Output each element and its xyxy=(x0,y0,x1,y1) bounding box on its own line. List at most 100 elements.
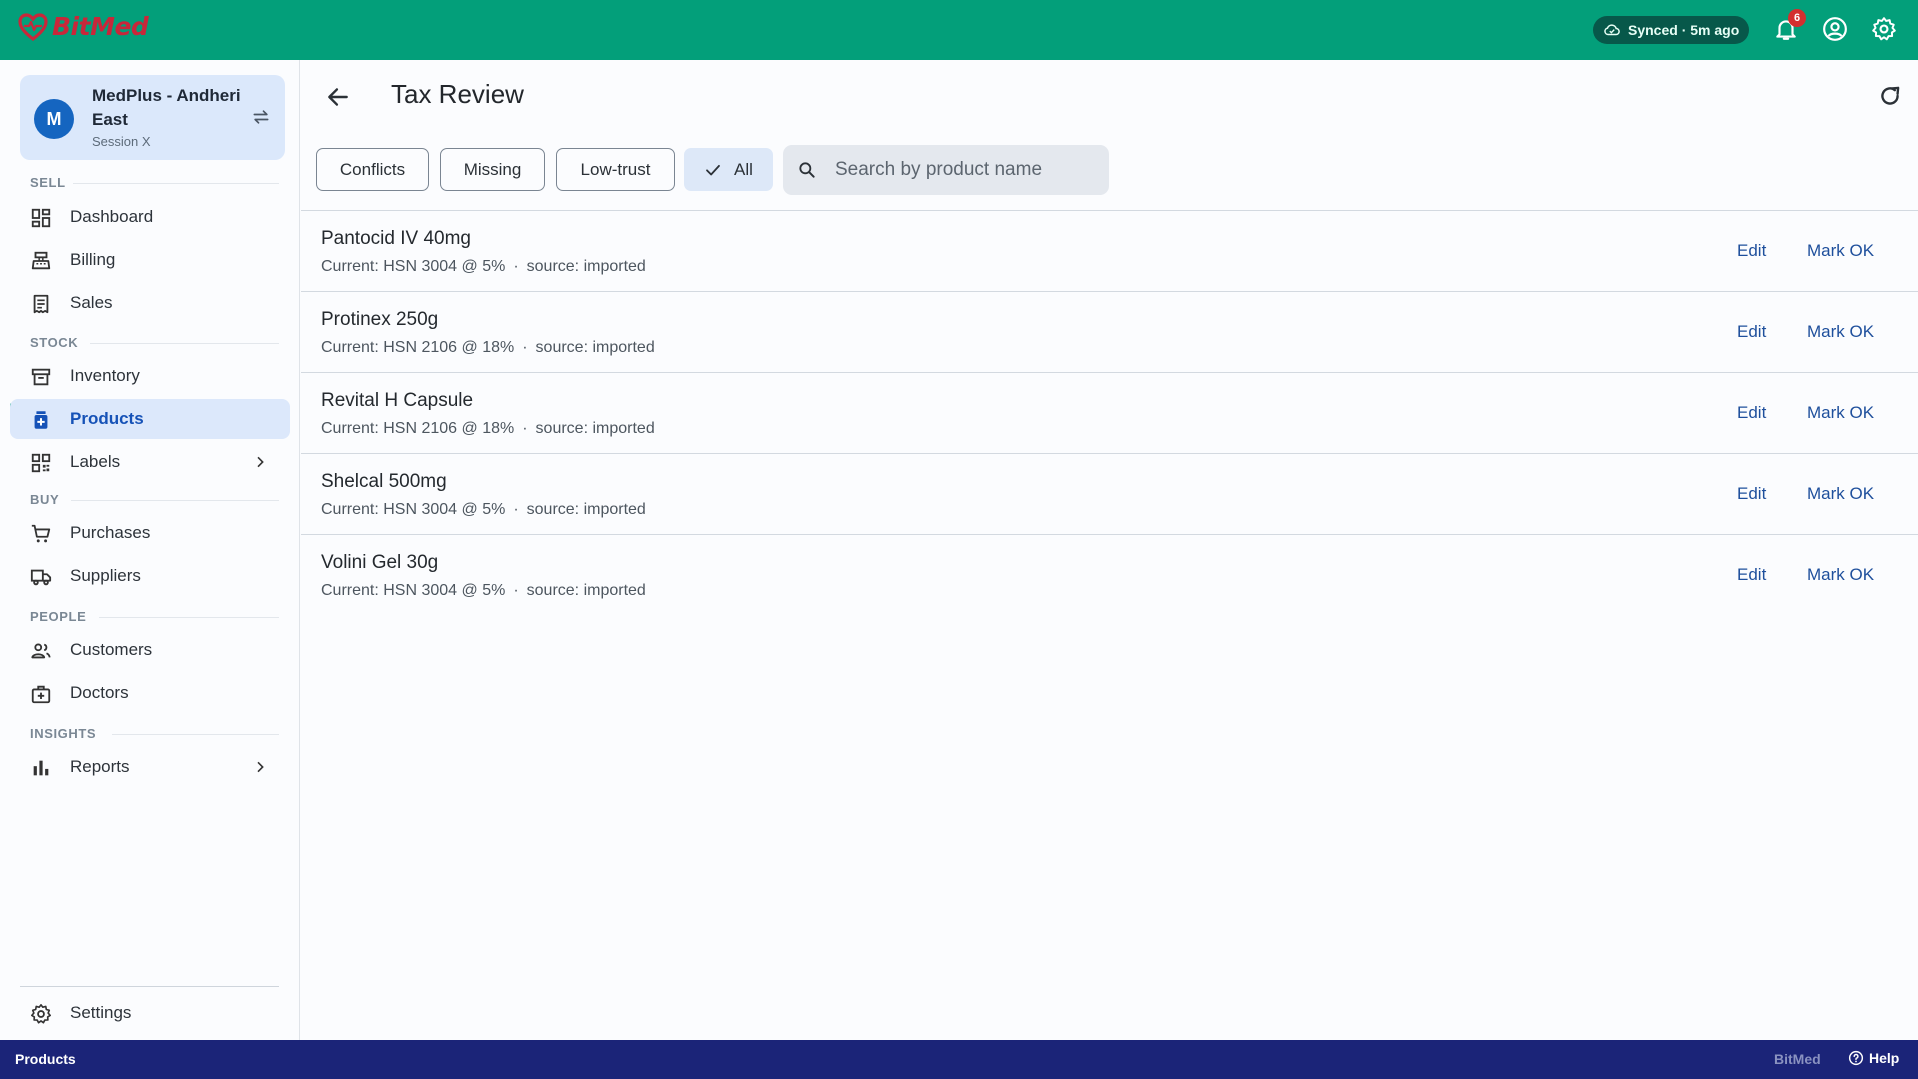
top-app-bar: BitMed Synced · 5m ago 6 xyxy=(0,0,1918,60)
tax-source: source: imported xyxy=(535,339,655,356)
list-item: Pantocid IV 40mg Current: HSN 3004 @ 5% ·… xyxy=(301,211,1918,292)
sidebar-item-label: Inventory xyxy=(70,366,140,385)
section-divider xyxy=(90,343,279,344)
sidebar-item-doctors[interactable]: Doctors xyxy=(10,673,290,713)
current-tax: Current: HSN 2106 @ 18% xyxy=(321,339,515,356)
product-name: Revital H Capsule xyxy=(321,390,474,411)
sync-status-text: Synced · 5m ago xyxy=(1628,22,1740,38)
tax-review-list: Pantocid IV 40mg Current: HSN 3004 @ 5% ·… xyxy=(301,210,1918,616)
product-tax-meta: Current: HSN 3004 @ 5% · source: imported xyxy=(321,258,646,275)
settings-button[interactable] xyxy=(1869,14,1899,44)
search-field[interactable] xyxy=(783,145,1109,195)
mark-ok-button[interactable]: Mark OK xyxy=(1807,241,1874,261)
edit-button[interactable]: Edit xyxy=(1737,322,1766,342)
chevron-right-icon xyxy=(257,761,264,773)
heart-pulse-icon xyxy=(18,12,48,41)
sidebar-item-suppliers[interactable]: Suppliers xyxy=(10,556,290,596)
mark-ok-button[interactable]: Mark OK xyxy=(1807,484,1874,504)
store-switcher-card[interactable]: M MedPlus - Andheri East Session X xyxy=(20,75,285,160)
filter-chip-all[interactable]: All xyxy=(684,148,773,191)
archive-box-icon xyxy=(31,368,51,386)
mark-ok-button[interactable]: Mark OK xyxy=(1807,403,1874,423)
medical-bag-icon xyxy=(31,685,51,704)
chevron-right-icon xyxy=(257,456,264,468)
gear-icon xyxy=(31,1004,51,1024)
brand-name: BitMed xyxy=(52,12,149,41)
brand-logo[interactable]: BitMed xyxy=(18,12,149,41)
search-input[interactable] xyxy=(835,145,1095,195)
edit-button[interactable]: Edit xyxy=(1737,241,1766,261)
sidebar-item-label: Customers xyxy=(70,640,153,659)
notification-count-badge: 6 xyxy=(1788,9,1806,27)
current-tax: Current: HSN 3004 @ 5% xyxy=(321,258,506,275)
section-divider xyxy=(71,500,279,501)
chip-label: Missing xyxy=(463,159,522,179)
qr-code-icon xyxy=(31,453,51,473)
sidebar-item-label: Settings xyxy=(70,1003,132,1022)
truck-icon xyxy=(30,569,52,586)
section-divider xyxy=(73,183,279,184)
sidebar-item-products[interactable]: Products xyxy=(10,399,290,439)
sidebar-item-labels[interactable]: Labels xyxy=(10,442,290,482)
filter-chip-conflicts[interactable]: Conflicts xyxy=(316,148,429,191)
section-divider xyxy=(99,617,279,618)
chip-label: All xyxy=(734,159,753,179)
product-name: Protinex 250g xyxy=(321,309,439,330)
sidebar-item-label: Doctors xyxy=(70,683,129,702)
product-name: Shelcal 500mg xyxy=(321,471,447,492)
help-button[interactable]: Help xyxy=(1848,1050,1899,1066)
section-label-stock: STOCK xyxy=(30,335,79,350)
sidebar-item-sales[interactable]: Sales xyxy=(10,283,290,323)
mark-ok-button[interactable]: Mark OK xyxy=(1807,322,1874,342)
product-name: Volini Gel 30g xyxy=(321,552,439,573)
product-tax-meta: Current: HSN 3004 @ 5% · source: imported xyxy=(321,501,646,518)
filter-chip-missing[interactable]: Missing xyxy=(440,148,545,191)
sidebar-item-billing[interactable]: Billing xyxy=(10,240,290,280)
main-content: Tax Review Conflicts Missing Low-trust A… xyxy=(301,60,1918,1040)
sidebar-item-inventory[interactable]: Inventory xyxy=(10,356,290,396)
chip-label: Low-trust xyxy=(580,159,651,179)
sync-status-badge[interactable]: Synced · 5m ago xyxy=(1593,16,1750,44)
list-item: Shelcal 500mg Current: HSN 3004 @ 5% · sou… xyxy=(301,454,1918,535)
tax-source: source: imported xyxy=(535,420,655,437)
medicine-bottle-icon xyxy=(34,411,48,429)
swap-horizontal-icon[interactable] xyxy=(251,107,271,127)
sidebar-item-reports[interactable]: Reports xyxy=(10,747,290,787)
receipt-icon xyxy=(33,294,49,314)
edit-button[interactable]: Edit xyxy=(1737,565,1766,585)
cloud-check-icon xyxy=(1604,24,1620,36)
sidebar-item-settings[interactable]: Settings xyxy=(10,993,290,1033)
refresh-button[interactable] xyxy=(1874,80,1906,112)
bar-chart-icon xyxy=(33,760,49,776)
section-label-buy: BUY xyxy=(30,492,60,507)
notifications-button[interactable]: 6 xyxy=(1771,9,1806,44)
product-tax-meta: Current: HSN 2106 @ 18% · source: imported xyxy=(321,339,655,356)
account-circle-icon xyxy=(1823,17,1847,41)
store-name: MedPlus - Andheri East xyxy=(92,86,241,129)
sidebar-item-label: Dashboard xyxy=(70,207,154,226)
shopping-cart-icon xyxy=(31,524,51,543)
edit-button[interactable]: Edit xyxy=(1737,403,1766,423)
product-tax-meta: Current: HSN 3004 @ 5% · source: imported xyxy=(321,582,646,599)
mark-ok-button[interactable]: Mark OK xyxy=(1807,565,1874,585)
account-button[interactable] xyxy=(1820,14,1850,44)
sidebar-item-purchases[interactable]: Purchases xyxy=(10,513,290,553)
sidebar-item-customers[interactable]: Customers xyxy=(10,630,290,670)
arrow-left-icon xyxy=(328,88,348,106)
sidebar: M MedPlus - Andheri East Session X SELL … xyxy=(0,60,300,1040)
sidebar-item-label: Suppliers xyxy=(70,566,141,585)
checkmark-icon xyxy=(706,164,720,175)
back-button[interactable] xyxy=(321,80,355,114)
filter-chip-low-trust[interactable]: Low-trust xyxy=(556,148,675,191)
edit-button[interactable]: Edit xyxy=(1737,484,1766,504)
status-current-page: Products xyxy=(15,1051,76,1067)
store-session: Session X xyxy=(92,134,151,149)
tax-source: source: imported xyxy=(526,501,646,518)
sidebar-divider xyxy=(20,986,279,987)
sidebar-item-label: Products xyxy=(70,409,144,428)
section-divider xyxy=(112,734,279,735)
cash-register-icon xyxy=(31,251,51,270)
dashboard-icon xyxy=(31,208,51,228)
sidebar-item-dashboard[interactable]: Dashboard xyxy=(10,197,290,237)
chip-label: Conflicts xyxy=(339,159,406,179)
